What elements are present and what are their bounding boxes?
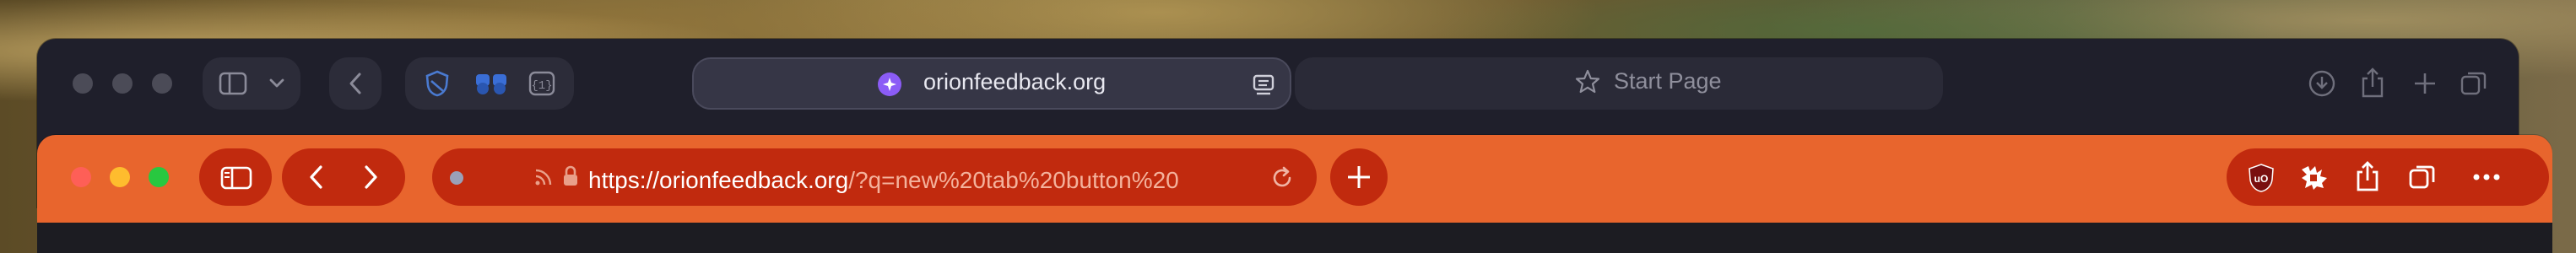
binoculars-extension-icon[interactable] [474,69,508,98]
star-icon [1575,69,1600,94]
download-icon[interactable] [2308,69,2336,98]
close-button[interactable] [71,167,91,187]
start-page-label: Start Page [1614,68,1722,94]
sidebar-toggle-group[interactable] [203,57,300,110]
tab-overview-icon[interactable] [2406,160,2439,194]
sidebar-icon[interactable] [218,71,248,96]
svg-text:{1}: {1} [531,79,552,93]
minimize-button[interactable] [112,73,133,94]
new-tab-button[interactable] [1330,148,1388,206]
back-arrow-icon[interactable] [345,71,365,96]
tab-overview-icon[interactable] [2458,67,2490,100]
orion-favicon-icon [876,71,903,98]
toolbar-actions-group[interactable]: uO [2227,148,2549,206]
page-status-dot-icon [447,169,466,187]
plus-icon [1345,163,1373,191]
back-arrow-icon[interactable] [304,164,329,191]
rss-feed-icon[interactable] [532,165,555,189]
sidebar-toggle-button[interactable] [199,148,272,206]
minimize-button[interactable] [110,167,130,187]
share-icon[interactable] [2358,66,2387,100]
address-bar-url: https://orionfeedback.org/?q=new%20tab%2… [588,167,1179,194]
close-button[interactable] [73,73,93,94]
lock-icon [560,164,581,189]
new-tab-plus-icon[interactable] [2411,69,2439,98]
extension-puzzle-icon[interactable] [2297,162,2331,192]
shield-extension-icon[interactable] [422,69,452,98]
share-icon[interactable] [2353,159,2382,194]
zoom-button[interactable] [152,73,172,94]
url-host: https://orionfeedback.org [588,167,849,193]
page-content-area [37,223,2552,253]
more-icon[interactable] [2470,169,2503,186]
forward-arrow-icon[interactable] [358,164,383,191]
navigation-group[interactable] [282,148,405,206]
ublock-origin-icon[interactable]: uO [2245,162,2277,194]
svg-text:uO: uO [2254,173,2269,185]
zoom-button[interactable] [149,167,169,187]
sidebar-icon [219,165,253,191]
back-button[interactable] [329,57,382,110]
extensions-group[interactable]: {1} [405,57,574,110]
reader-mode-icon[interactable] [1251,73,1276,97]
reload-icon[interactable] [1268,164,1296,192]
chevron-down-icon[interactable] [267,74,287,93]
url-query: /?q=new%20tab%20button%20 [848,167,1179,193]
bracket-extension-icon[interactable]: {1} [527,69,557,98]
address-bar-url: orionfeedback.org [923,69,1107,94]
